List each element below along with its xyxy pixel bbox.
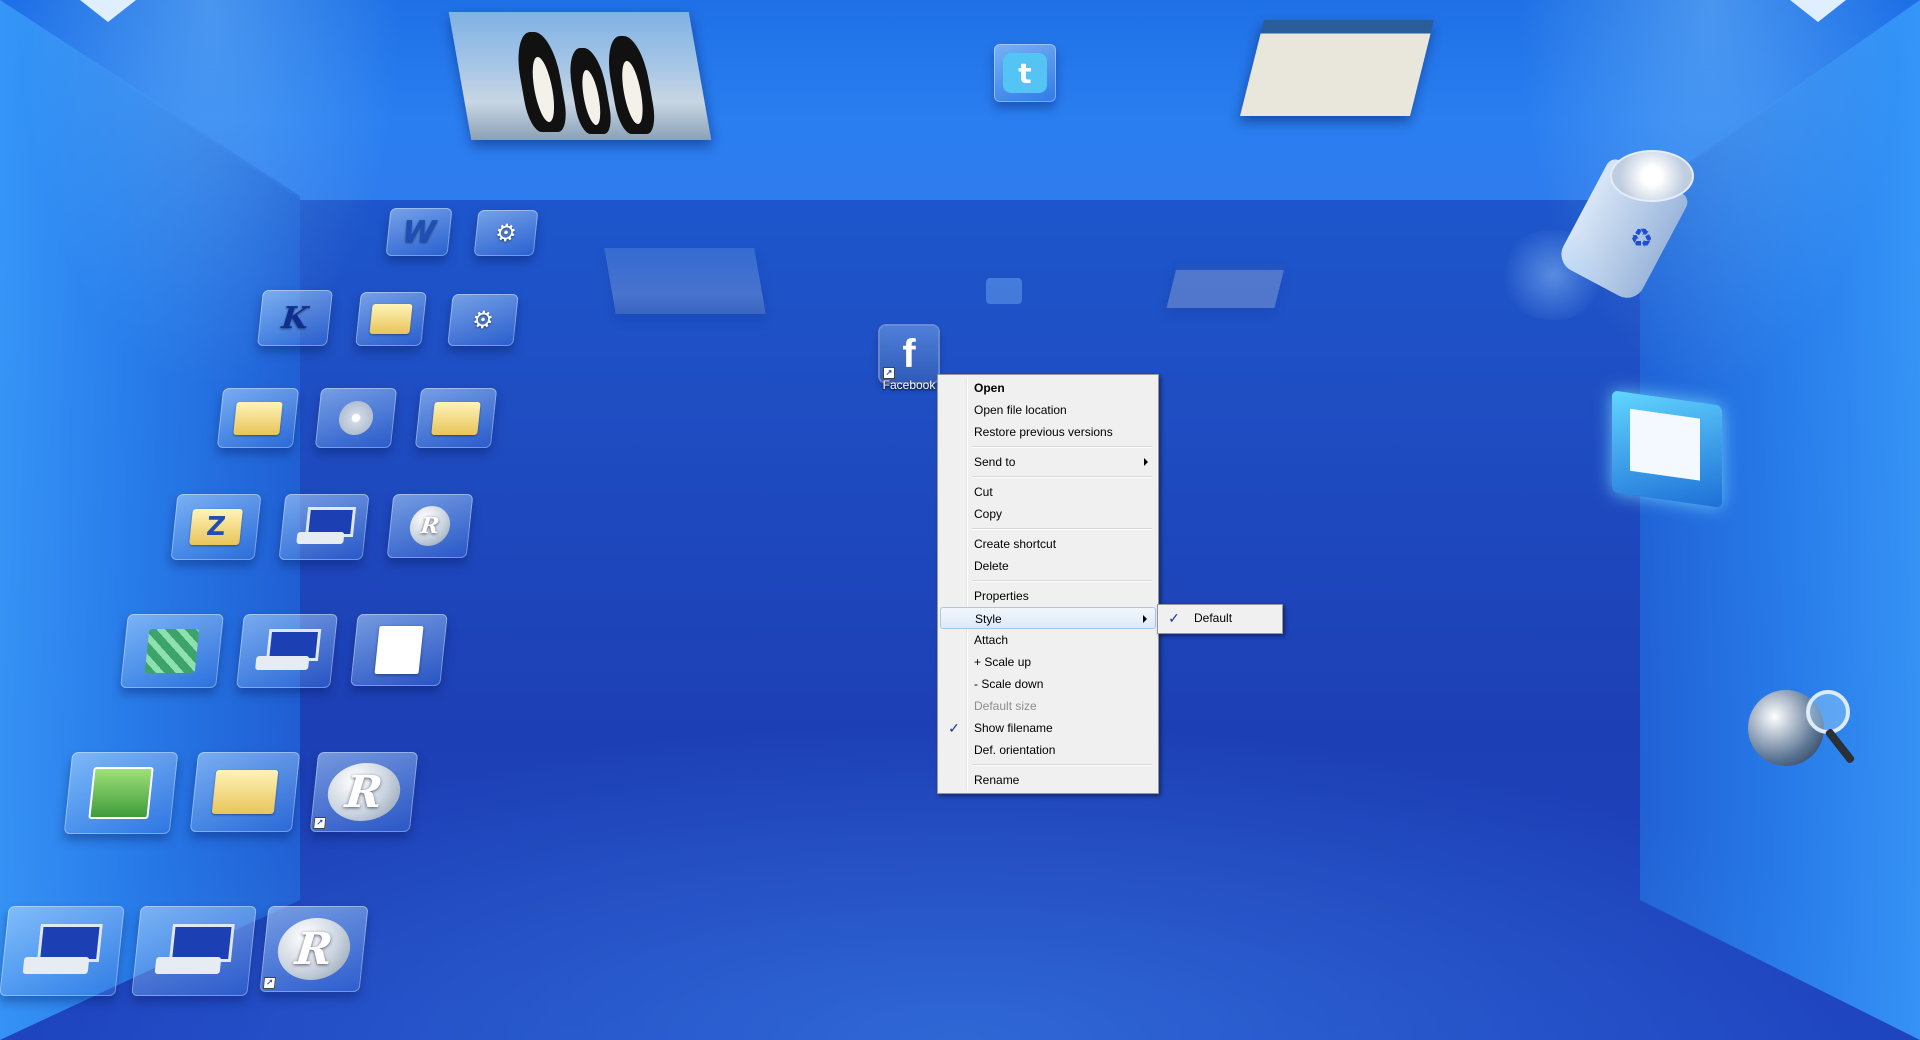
computer-icon-4[interactable]	[131, 906, 257, 996]
spotlight-beam-left	[0, 0, 420, 420]
menu-item-label: Delete	[974, 559, 1009, 573]
penguins-photo[interactable]	[448, 12, 712, 140]
menu-item-attach[interactable]: Attach	[940, 629, 1156, 651]
menu-item-send-to[interactable]: Send to	[940, 451, 1156, 473]
notepad-icon[interactable]	[63, 752, 179, 834]
menu-item-label: + Scale up	[974, 655, 1032, 669]
computer-icon-2[interactable]	[236, 614, 338, 688]
recycle-bin-reflection	[1498, 230, 1608, 320]
shortcut-arrow-icon: ↗	[313, 817, 327, 829]
menu-item-label: Rename	[974, 773, 1020, 787]
menu-item-label: Attach	[974, 633, 1009, 647]
menu-item-label: - Scale down	[974, 677, 1044, 691]
spotlight-right-icon	[1790, 0, 1846, 22]
menu-separator	[972, 446, 1152, 448]
menu-item-restore-previous-versions[interactable]: Restore previous versions	[940, 421, 1156, 443]
menu-item-label: Def. orientation	[974, 743, 1056, 757]
folder-icon-3[interactable]	[414, 388, 498, 448]
menu-item-label: Restore previous versions	[974, 425, 1113, 439]
menu-item-show-filename[interactable]: ✓ Show filename	[940, 717, 1156, 739]
menu-item-def-orientation[interactable]: Def. orientation	[940, 739, 1156, 761]
style-submenu: ✓ Default	[1157, 604, 1283, 634]
real-desktop-screenshot[interactable]	[1240, 20, 1434, 116]
menu-item-default-size[interactable]: Default size	[940, 695, 1156, 717]
menu-item-properties[interactable]: Properties	[940, 585, 1156, 607]
menu-item-style[interactable]: Style	[940, 607, 1156, 629]
menu-item-label: Cut	[974, 485, 993, 499]
menu-item-cut[interactable]: Cut	[940, 481, 1156, 503]
settings-icon-2[interactable]: ⚙	[447, 294, 519, 346]
media-icon[interactable]	[314, 388, 398, 448]
tray-icon[interactable]	[1612, 390, 1722, 508]
menu-separator	[972, 764, 1152, 766]
kile-icon[interactable]: K	[257, 290, 333, 346]
penguins-reflection	[604, 248, 766, 314]
menu-item-open-file-location[interactable]: Open file location	[940, 399, 1156, 421]
submenu-item-default[interactable]: ✓ Default	[1160, 607, 1280, 629]
settings-icon[interactable]: ⚙	[473, 210, 539, 256]
check-icon: ✓	[1168, 610, 1180, 626]
menu-item-label: Send to	[974, 455, 1016, 469]
menu-item-open[interactable]: Open	[940, 377, 1156, 399]
check-icon: ✓	[948, 720, 960, 736]
menu-item-label: Style	[975, 612, 1002, 626]
r-icon[interactable]: R ↗	[309, 752, 419, 832]
menu-item-scale-up[interactable]: + Scale up	[940, 651, 1156, 673]
submenu-arrow-icon	[1144, 458, 1148, 466]
menu-item-label: Properties	[974, 589, 1029, 603]
r-icon-2[interactable]: R ↗	[259, 906, 369, 992]
r-icon-small[interactable]: R	[386, 494, 474, 558]
shortcut-arrow-icon: ↗	[262, 977, 277, 989]
submenu-arrow-icon	[1143, 615, 1147, 623]
menu-item-label: Open	[974, 381, 1005, 395]
menu-item-delete[interactable]: Delete	[940, 555, 1156, 577]
menu-item-label: Create shortcut	[974, 537, 1057, 551]
folder-icon-2[interactable]	[216, 388, 300, 448]
zip-folder-icon[interactable]: Z	[170, 494, 262, 560]
menu-item-copy[interactable]: Copy	[940, 503, 1156, 525]
menu-separator	[972, 580, 1152, 582]
folder-icon[interactable]	[355, 292, 427, 346]
folder-icon-4[interactable]	[189, 752, 301, 832]
menu-item-label: Default size	[974, 699, 1037, 713]
word-icon[interactable]: W	[385, 208, 453, 256]
menu-separator	[972, 528, 1152, 530]
screenshot-reflection	[1166, 264, 1286, 308]
menu-item-label: Default	[1194, 611, 1233, 625]
context-menu: Open Open file location Restore previous…	[937, 374, 1159, 794]
facebook-shortcut-icon[interactable]: f ↗	[880, 326, 938, 382]
twitter-reflection	[986, 278, 1022, 304]
menu-item-label: Copy	[974, 507, 1003, 521]
blocks-icon[interactable]	[120, 614, 224, 688]
twitter-icon[interactable]: t	[994, 44, 1056, 102]
menu-item-label: Show filename	[974, 721, 1053, 735]
menu-item-rename[interactable]: Rename	[940, 769, 1156, 791]
menu-item-create-shortcut[interactable]: Create shortcut	[940, 533, 1156, 555]
computer-icon-3[interactable]	[0, 906, 125, 996]
menu-item-label: Open file location	[974, 403, 1067, 417]
menu-item-scale-down[interactable]: - Scale down	[940, 673, 1156, 695]
menu-separator	[972, 476, 1152, 478]
globe-search-icon[interactable]	[1748, 686, 1858, 776]
spotlight-left-icon	[80, 0, 136, 22]
document-icon[interactable]	[350, 614, 448, 686]
computer-icon[interactable]	[278, 494, 370, 560]
